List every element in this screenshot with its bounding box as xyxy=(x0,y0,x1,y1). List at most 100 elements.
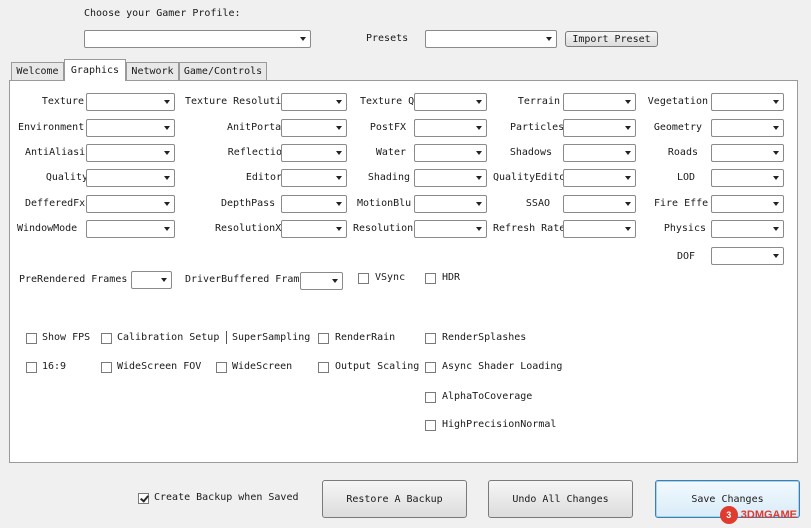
tab-game-controls[interactable]: Game/Controls xyxy=(179,62,267,80)
render-rain-label: RenderRain xyxy=(335,332,396,343)
texture-dropdown[interactable] xyxy=(86,93,175,111)
geometry-dropdown[interactable] xyxy=(711,119,784,137)
high-precision-normal-checkbox[interactable] xyxy=(425,420,436,431)
antialiasing-dropdown[interactable] xyxy=(86,144,175,162)
lod-dropdown[interactable] xyxy=(711,169,784,187)
prerendered-frames-dropdown[interactable] xyxy=(131,271,172,289)
show-fps-checkbox[interactable] xyxy=(26,333,37,344)
chevron-down-icon xyxy=(625,227,631,231)
fire-effects-dropdown[interactable] xyxy=(711,195,784,213)
presets-dropdown[interactable] xyxy=(425,30,557,48)
render-splashes-checkbox[interactable] xyxy=(425,333,436,344)
depthpass-dropdown[interactable] xyxy=(281,195,347,213)
chevron-down-icon xyxy=(164,176,170,180)
chevron-down-icon xyxy=(625,100,631,104)
tab-graphics[interactable]: Graphics xyxy=(64,59,126,81)
profile-label: Choose your Gamer Profile: xyxy=(84,8,241,19)
chevron-down-icon xyxy=(164,126,170,130)
depthpass-label: DepthPass xyxy=(221,198,276,209)
watermark-badge-icon: 3 xyxy=(719,506,738,524)
output-scaling-label: Output Scaling xyxy=(335,361,420,372)
environment-dropdown[interactable] xyxy=(86,119,175,137)
resolution-dropdown[interactable] xyxy=(414,220,487,238)
hdr-checkbox[interactable] xyxy=(425,273,436,284)
profile-dropdown[interactable] xyxy=(84,30,311,48)
motionblur-dropdown[interactable] xyxy=(414,195,487,213)
texture-q-label: Texture Q xyxy=(360,96,415,107)
vegetation-dropdown[interactable] xyxy=(711,93,784,111)
chevron-down-icon xyxy=(476,176,482,180)
widescreen-fov-checkbox[interactable] xyxy=(101,362,112,373)
qualityeditor-dropdown[interactable] xyxy=(563,169,636,187)
ratio-16-9-checkbox[interactable] xyxy=(26,362,37,373)
presets-label: Presets xyxy=(366,33,409,44)
dof-dropdown[interactable] xyxy=(711,247,784,265)
roads-label: Roads xyxy=(667,147,698,158)
vsync-checkbox[interactable] xyxy=(358,273,369,284)
calibration-setup-label: Calibration Setup xyxy=(117,332,220,343)
chevron-down-icon xyxy=(336,227,342,231)
chevron-down-icon xyxy=(164,227,170,231)
roads-dropdown[interactable] xyxy=(711,144,784,162)
widescreen-fov-label: WideScreen FOV xyxy=(117,361,202,372)
prerendered-frames-label: PreRendered Frames xyxy=(19,274,128,285)
physics-dropdown[interactable] xyxy=(711,220,784,238)
postfx-dropdown[interactable] xyxy=(414,119,487,137)
ssao-dropdown[interactable] xyxy=(563,195,636,213)
chevron-down-icon xyxy=(164,100,170,104)
water-dropdown[interactable] xyxy=(414,144,487,162)
chevron-down-icon xyxy=(625,176,631,180)
shading-label: Shading xyxy=(367,172,410,183)
render-rain-checkbox[interactable] xyxy=(318,333,329,344)
widescreen-label: WideScreen xyxy=(232,361,293,372)
particles-dropdown[interactable] xyxy=(563,119,636,137)
restore-backup-button[interactable]: Restore A Backup xyxy=(322,480,467,518)
tab-welcome[interactable]: Welcome xyxy=(11,62,64,80)
undo-all-changes-button[interactable]: Undo All Changes xyxy=(488,480,633,518)
alpha-to-coverage-checkbox[interactable] xyxy=(425,392,436,403)
chevron-down-icon xyxy=(161,278,167,282)
chevron-down-icon xyxy=(476,227,482,231)
refresh-rate-dropdown[interactable] xyxy=(563,220,636,238)
windowmode-dropdown[interactable] xyxy=(86,220,175,238)
chevron-down-icon xyxy=(773,176,779,180)
dof-label: DOF xyxy=(676,251,695,262)
anitportal-dropdown[interactable] xyxy=(281,119,347,137)
lod-label: LOD xyxy=(676,172,695,183)
shadows-dropdown[interactable] xyxy=(563,144,636,162)
calibration-setup-checkbox[interactable] xyxy=(101,333,112,344)
postfx-label: PostFX xyxy=(369,122,406,133)
tab-network[interactable]: Network xyxy=(126,62,179,80)
defferedfx-dropdown[interactable] xyxy=(86,195,175,213)
chevron-down-icon xyxy=(476,126,482,130)
output-scaling-checkbox[interactable] xyxy=(318,362,329,373)
hdr-label: HDR xyxy=(442,272,461,283)
shading-dropdown[interactable] xyxy=(414,169,487,187)
create-backup-label: Create Backup when Saved xyxy=(154,492,299,503)
driverbuffered-frames-dropdown[interactable] xyxy=(300,272,343,290)
texture-resolution-dropdown[interactable] xyxy=(281,93,347,111)
vegetation-label: Vegetation xyxy=(647,96,708,107)
import-preset-button[interactable]: Import Preset xyxy=(565,31,658,47)
texture-q-dropdown[interactable] xyxy=(414,93,487,111)
geometry-label: Geometry xyxy=(653,122,702,133)
chevron-down-icon xyxy=(476,100,482,104)
resolutionx-label: ResolutionX xyxy=(215,223,282,234)
terrain-dropdown[interactable] xyxy=(563,93,636,111)
editor-dropdown[interactable] xyxy=(281,169,347,187)
chevron-down-icon xyxy=(773,254,779,258)
chevron-down-icon xyxy=(332,279,338,283)
reflection-dropdown[interactable] xyxy=(281,144,347,162)
editor-label: Editor xyxy=(245,172,282,183)
quality-dropdown[interactable] xyxy=(86,169,175,187)
chevron-down-icon xyxy=(625,202,631,206)
divider xyxy=(226,331,227,344)
resolutionx-dropdown[interactable] xyxy=(281,220,347,238)
water-label: Water xyxy=(375,147,406,158)
async-shader-loading-checkbox[interactable] xyxy=(425,362,436,373)
ratio-16-9-label: 16:9 xyxy=(42,361,67,372)
create-backup-checkbox[interactable] xyxy=(138,493,149,504)
show-fps-label: Show FPS xyxy=(42,332,91,343)
widescreen-checkbox[interactable] xyxy=(216,362,227,373)
quality-label: Quality xyxy=(45,172,88,183)
